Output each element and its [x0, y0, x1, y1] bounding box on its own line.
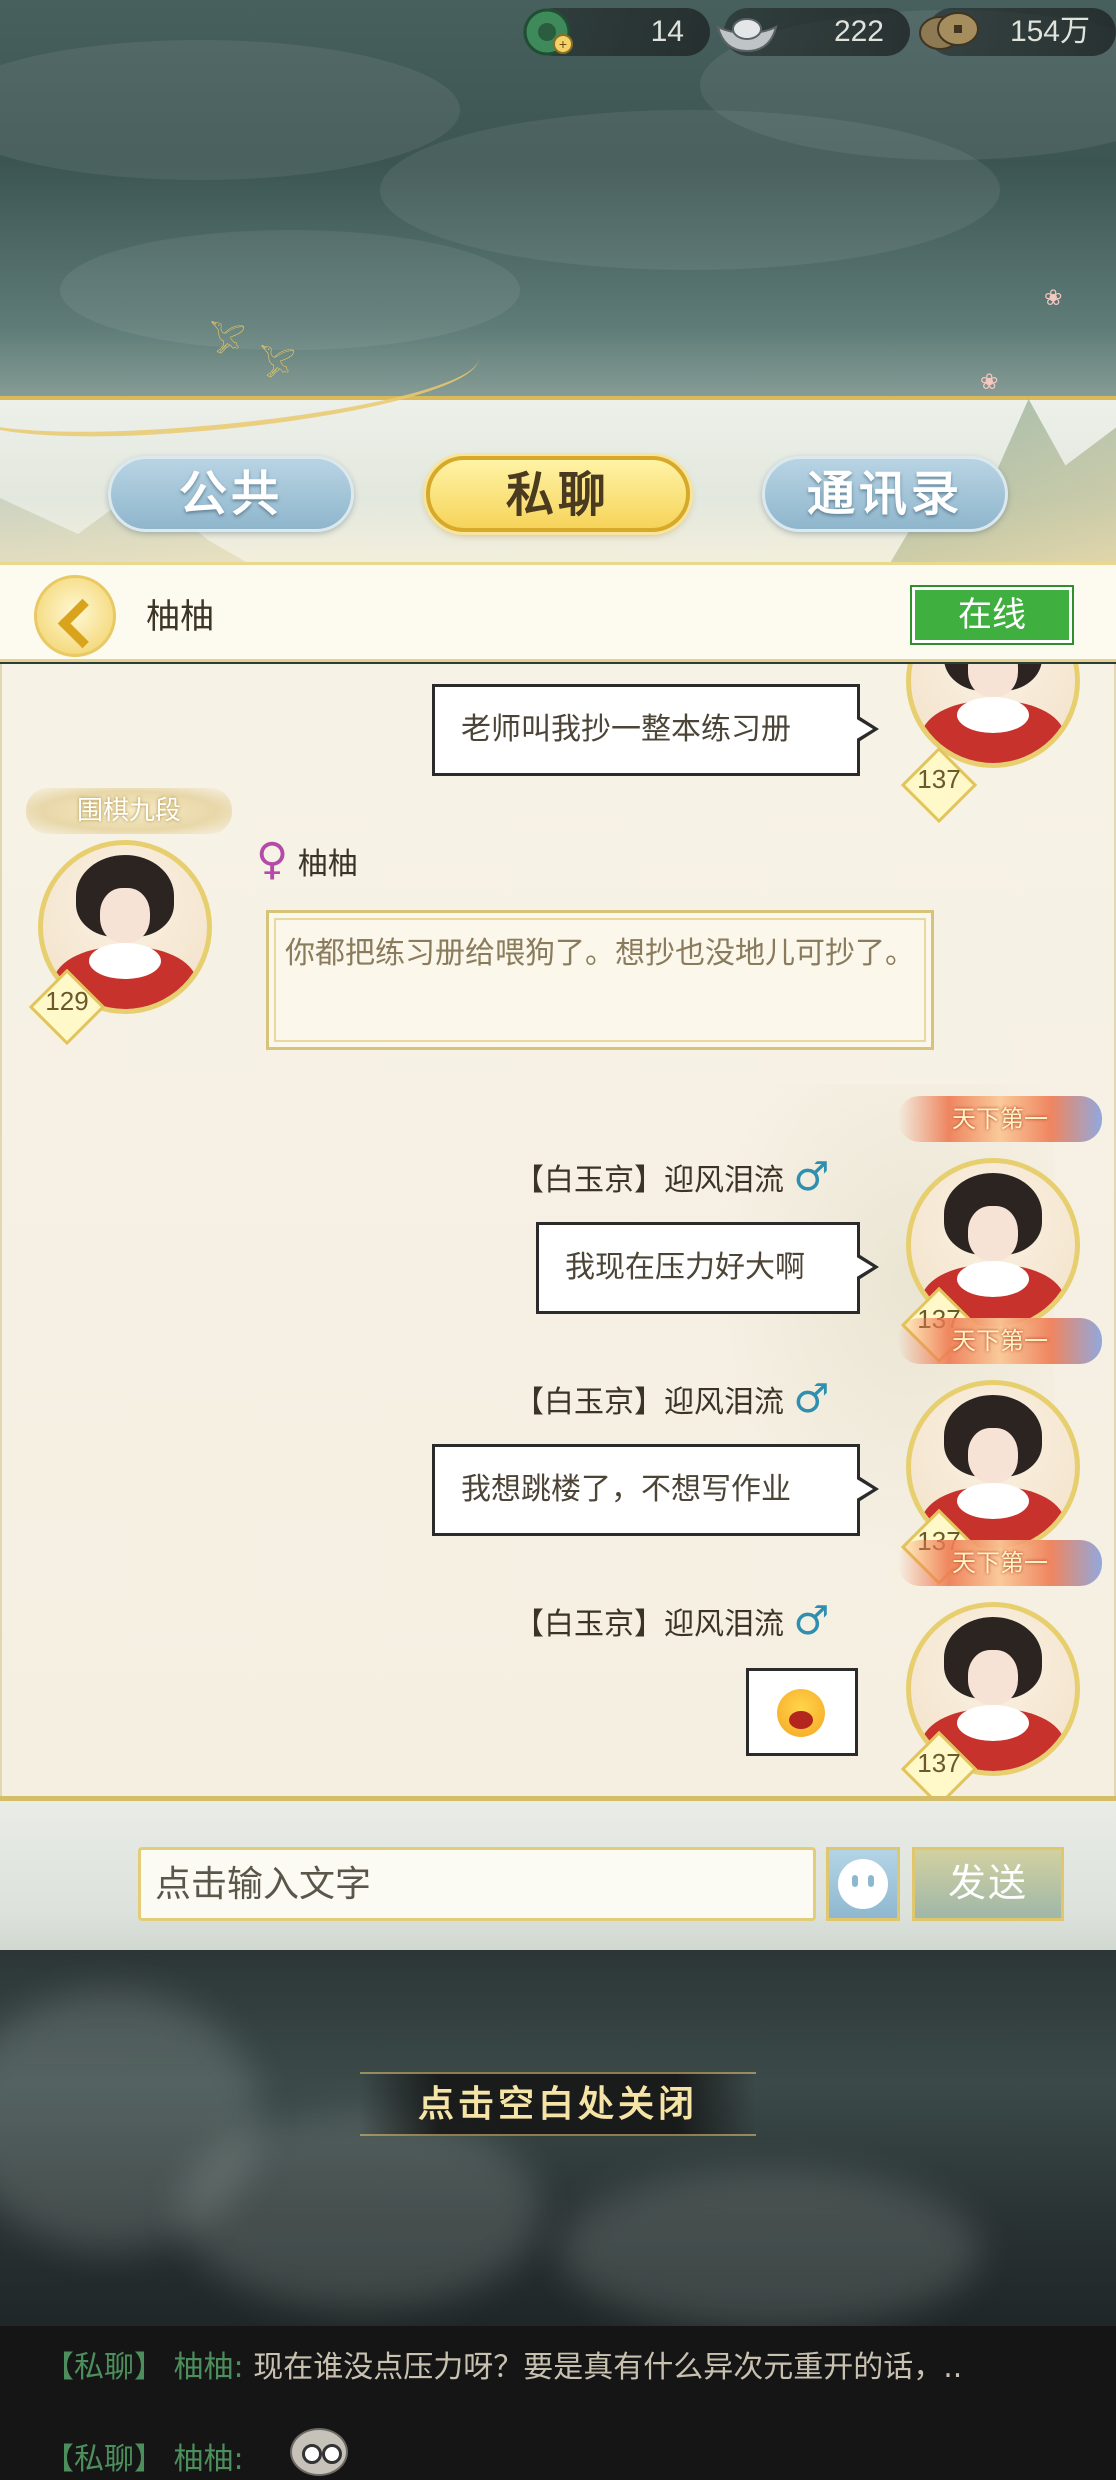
male-icon: ♂: [793, 1598, 830, 1644]
level-number: 129: [45, 986, 89, 1016]
resource-bar: 14 + 222 154万: [516, 0, 1116, 64]
level-number: 137: [917, 1748, 961, 1778]
chat-log: 【私聊】 柚柚: 现在谁没点压力呀？要是真有什么异次元重开的话，.. 【私聊】 …: [0, 2326, 1116, 2480]
crying-laughing-emoji-icon: [777, 1689, 825, 1737]
female-icon: ♀: [256, 834, 289, 885]
sender-label: 【白玉京】迎风泪流: [514, 1385, 784, 1420]
tab-private-chat[interactable]: 私聊: [426, 456, 690, 532]
log-channel-tag: 【私聊】: [44, 2350, 164, 2385]
male-icon: ♂: [793, 1376, 830, 1422]
log-line: 【私聊】 柚柚: 现在谁没点压力呀？要是真有什么异次元重开的话，..: [44, 2342, 962, 2386]
copper-coins-icon: [916, 2, 982, 62]
male-icon: ♂: [793, 1154, 830, 1200]
tab-public[interactable]: 公共: [108, 456, 354, 532]
title-banner: 天下第一: [898, 1540, 1102, 1586]
log-channel-tag: 【私聊】: [44, 2442, 164, 2477]
jade-coin-icon: +: [516, 2, 582, 62]
crying-face-sticker-icon: [290, 2428, 348, 2476]
back-button[interactable]: [34, 575, 116, 657]
title-banner: 天下第一: [898, 1096, 1102, 1142]
emoji-button[interactable]: [826, 1847, 900, 1921]
chat-header: 柚柚 在线: [0, 562, 1116, 662]
smiley-icon: [838, 1859, 888, 1909]
message-bubble[interactable]: 我想跳楼了，不想写作业: [432, 1444, 879, 1536]
message-input[interactable]: [138, 1847, 816, 1921]
close-hint[interactable]: 点击空白处关闭: [360, 2072, 756, 2136]
tab-contacts[interactable]: 通讯录: [762, 456, 1008, 532]
svg-text:+: +: [559, 36, 567, 52]
emoji-message-bubble[interactable]: [746, 1668, 858, 1756]
chat-messages[interactable]: 老师叫我抄一整本练习册 137 围棋九段 129 ♀ 柚柚 你都把练习册给喂狗了…: [0, 664, 1116, 1798]
sender-name: 【白玉京】迎风泪流 ♂: [514, 1376, 829, 1422]
log-sender: 柚柚:: [173, 2350, 244, 2385]
sender-name: ♀ 柚柚: [256, 834, 358, 885]
message-bubble[interactable]: 你都把练习册给喂狗了。想抄也没地儿可抄了。: [266, 910, 934, 1050]
sender-name: 【白玉京】迎风泪流 ♂: [514, 1154, 829, 1200]
log-text: 现在谁没点压力呀？要是真有什么异次元重开的话，..: [253, 2350, 963, 2385]
send-button[interactable]: 发送: [912, 1847, 1064, 1921]
title-banner: 围棋九段: [26, 788, 232, 834]
online-status-badge: 在线: [910, 585, 1074, 645]
sender-name: 【白玉京】迎风泪流 ♂: [514, 1598, 829, 1644]
sender-label: 【白玉京】迎风泪流: [514, 1163, 784, 1198]
petal-icon: ❀: [980, 370, 999, 395]
chat-partner-name: 柚柚: [146, 597, 214, 637]
silver-ingot-icon: [714, 2, 780, 62]
message-bubble[interactable]: 老师叫我抄一整本练习册: [432, 684, 879, 776]
sender-label: 【白玉京】迎风泪流: [514, 1607, 784, 1642]
log-sender: 柚柚:: [173, 2442, 244, 2477]
title-banner: 天下第一: [898, 1318, 1102, 1364]
background-scene[interactable]: [0, 1950, 1116, 2330]
level-number: 137: [917, 764, 961, 794]
sender-label: 柚柚: [297, 847, 358, 882]
log-line: 【私聊】 柚柚:: [44, 2434, 244, 2478]
message-bubble[interactable]: 我现在压力好大啊: [536, 1222, 879, 1314]
petal-icon: ❀: [1044, 286, 1063, 311]
